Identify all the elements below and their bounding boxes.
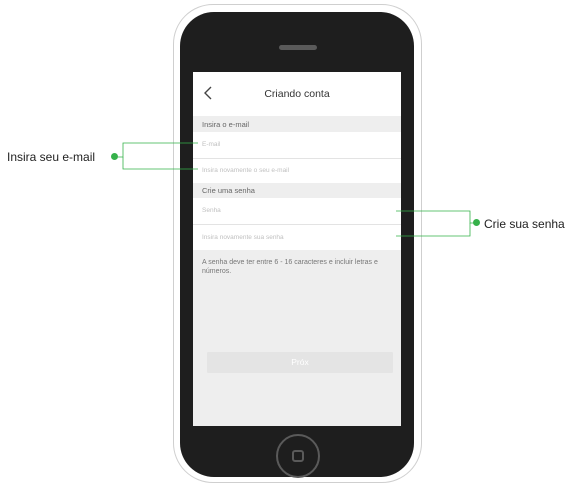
password-callout-label: Crie sua senha — [484, 217, 565, 231]
email-callout-line-2 — [122, 157, 198, 170]
email-callout-line — [118, 142, 198, 158]
password-callout-line-2 — [396, 223, 471, 237]
email-callout-label: Insira seu e-mail — [7, 150, 96, 164]
password-callout-dot — [473, 219, 480, 226]
password-callout-line — [396, 210, 475, 224]
callout-lines — [118, 142, 475, 237]
email-callout-dot — [111, 153, 118, 160]
